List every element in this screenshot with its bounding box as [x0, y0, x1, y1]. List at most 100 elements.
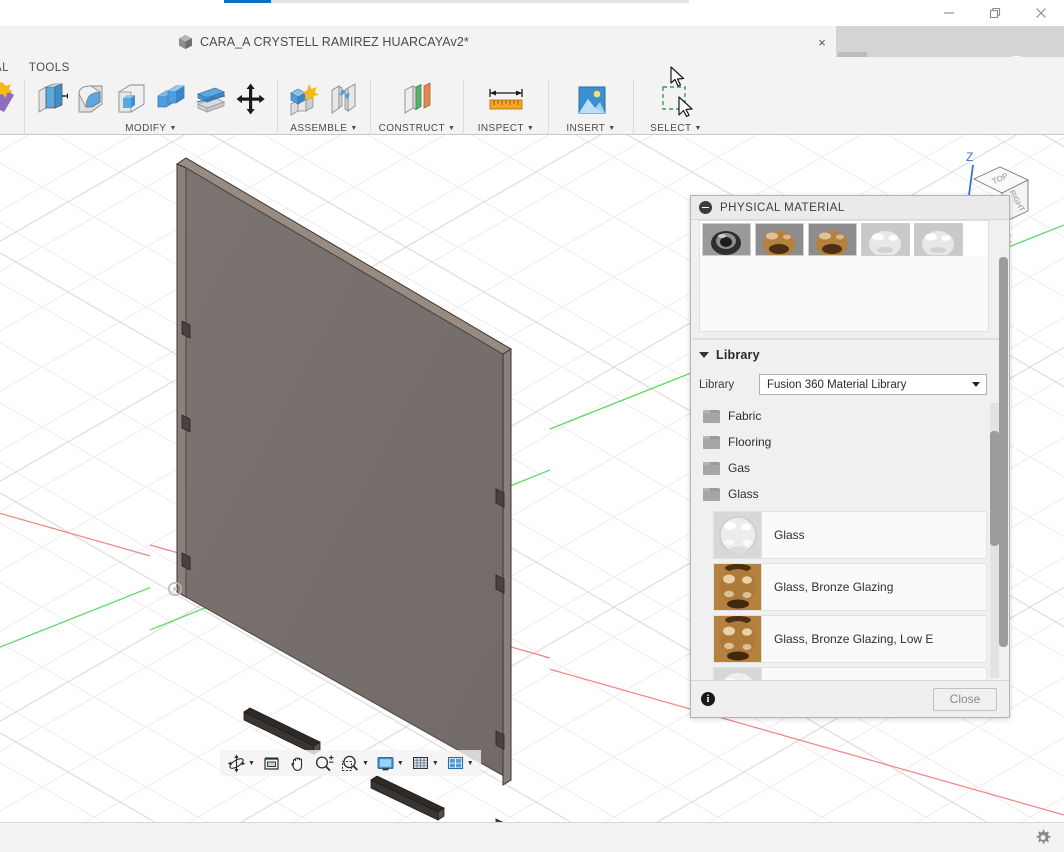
- collapse-icon[interactable]: [699, 201, 712, 214]
- library-folder-gas[interactable]: Gas: [699, 455, 987, 481]
- info-icon[interactable]: i: [701, 692, 715, 706]
- gear-icon[interactable]: [1035, 829, 1052, 846]
- material-label: Glass: [762, 528, 805, 542]
- material-thumbnail: [714, 668, 762, 680]
- ribbon-panel-inspect: INSPECT ▼: [464, 79, 549, 135]
- dialog-scrollbar[interactable]: [999, 245, 1008, 642]
- section-divider: [693, 338, 999, 340]
- dialog-header[interactable]: PHYSICAL MATERIAL: [691, 196, 1009, 220]
- fit-icon[interactable]: [259, 750, 284, 776]
- dialog-body: Library Library Fusion 360 Material Libr…: [691, 220, 1009, 680]
- swatch-glass-clear-b[interactable]: [914, 223, 963, 256]
- loading-progress-fill: [224, 0, 271, 3]
- ribbon-panel-assemble: ASSEMBLE ▼: [278, 79, 371, 135]
- restore-icon[interactable]: [972, 0, 1018, 26]
- insert-label-text: INSERT: [566, 123, 605, 134]
- material-item-glass[interactable]: Glass: [713, 511, 987, 559]
- ribbon: AL TOOLS: [0, 57, 1064, 135]
- material-item-glass-cast-clear[interactable]: Glass, Cast, Clear: [713, 667, 987, 680]
- folder-label: Glass: [728, 487, 759, 501]
- library-section-header[interactable]: Library: [699, 348, 760, 362]
- move-copy-icon[interactable]: [231, 79, 271, 121]
- swatch-glass-clear-a[interactable]: [861, 223, 910, 256]
- folder-icon: [703, 462, 720, 475]
- swatch-glass-bronze-a[interactable]: [755, 223, 804, 256]
- mouse-cursor: [670, 66, 686, 88]
- library-list-scrollbar[interactable]: [990, 403, 999, 678]
- chevron-down-icon: ▼: [397, 760, 404, 767]
- library-folder-flooring[interactable]: Flooring: [699, 429, 987, 455]
- select-label-text: SELECT: [650, 123, 691, 134]
- shell-icon[interactable]: [111, 79, 151, 121]
- display-settings-icon[interactable]: ▼: [373, 750, 407, 776]
- inspect-label-text: INSPECT: [478, 123, 524, 134]
- ribbon-tab-strip: AL TOOLS: [0, 57, 1064, 79]
- viewports-icon[interactable]: ▼: [443, 750, 477, 776]
- window-chrome: [0, 0, 1064, 26]
- physical-material-dialog[interactable]: PHYSICAL MATERIAL: [690, 195, 1010, 718]
- insert-panel-label[interactable]: INSERT ▼: [566, 121, 615, 135]
- model-body: [150, 135, 550, 822]
- close-icon[interactable]: [1018, 0, 1064, 26]
- assemble-label-text: ASSEMBLE: [290, 123, 347, 134]
- library-folder-fabric[interactable]: Fabric: [699, 403, 987, 429]
- press-pull-icon[interactable]: [31, 79, 71, 121]
- close-tab-button[interactable]: ×: [814, 34, 830, 50]
- document-tab[interactable]: CARA_A CRYSTELL RAMIREZ HUARCAYAv2* ×: [0, 26, 836, 57]
- create-sketch-icon[interactable]: [0, 79, 22, 121]
- modify-label-text: MODIFY: [125, 123, 166, 134]
- material-item-bronze-glazing-low-e[interactable]: Glass, Bronze Glazing, Low E: [713, 615, 987, 663]
- inspect-panel-label[interactable]: INSPECT ▼: [478, 121, 534, 135]
- orbit-icon[interactable]: ▼: [224, 750, 258, 776]
- library-folder-glass[interactable]: Glass: [699, 481, 987, 507]
- pan-hand-icon[interactable]: [285, 750, 310, 776]
- library-select-dropdown[interactable]: Fusion 360 Material Library: [759, 374, 987, 395]
- chevron-down-icon: ▼: [467, 760, 474, 767]
- fusion360-window: CARA_A CRYSTELL RAMIREZ HUARCAYAv2* ×: [0, 0, 1064, 852]
- material-thumbnail: [714, 564, 762, 610]
- fillet-icon[interactable]: [71, 79, 111, 121]
- modify-panel-label[interactable]: MODIFY ▼: [125, 121, 177, 135]
- chevron-down-icon: ▼: [248, 760, 255, 767]
- chevron-down-icon: [972, 382, 980, 387]
- folder-label: Fabric: [728, 409, 761, 423]
- offset-plane-icon[interactable]: [397, 79, 437, 121]
- folder-icon: [703, 488, 720, 501]
- construct-panel-label[interactable]: CONSTRUCT ▼: [379, 121, 456, 135]
- chevron-down-icon: ▼: [694, 125, 701, 132]
- ribbon-tab-tools[interactable]: TOOLS: [17, 57, 82, 79]
- chevron-down-icon: ▼: [362, 760, 369, 767]
- grid-snap-icon[interactable]: ▼: [408, 750, 442, 776]
- zoom-window-icon[interactable]: ▼: [338, 750, 372, 776]
- library-select-label: Library: [699, 379, 747, 391]
- window-buttons: [926, 0, 1064, 26]
- library-list-scroll-thumb[interactable]: [990, 431, 999, 546]
- favorites-section: [699, 220, 989, 332]
- folder-label: Flooring: [728, 435, 771, 449]
- z-axis-label: Z: [966, 150, 973, 164]
- combine-icon[interactable]: [151, 79, 191, 121]
- swatch-glass-bronze-b[interactable]: [808, 223, 857, 256]
- swatch-glass-dark[interactable]: [702, 223, 751, 256]
- material-item-bronze-glazing[interactable]: Glass, Bronze Glazing: [713, 563, 987, 611]
- select-panel-label[interactable]: SELECT ▼: [650, 121, 702, 135]
- status-bar: [0, 822, 1064, 852]
- dialog-scroll-thumb[interactable]: [999, 257, 1008, 647]
- z-axis-line: [969, 165, 973, 195]
- assemble-panel-label[interactable]: ASSEMBLE ▼: [290, 121, 357, 135]
- joint-icon[interactable]: [324, 79, 364, 121]
- material-swatch-row: [700, 221, 988, 256]
- minimize-icon[interactable]: [926, 0, 972, 26]
- new-component-icon[interactable]: [284, 79, 324, 121]
- chevron-down-icon: ▼: [169, 125, 176, 132]
- close-button[interactable]: Close: [933, 688, 997, 711]
- zoom-icon[interactable]: [311, 750, 337, 776]
- material-label: Glass, Bronze Glazing, Low E: [762, 632, 933, 646]
- measure-icon[interactable]: [486, 79, 526, 121]
- ribbon-tab-partial[interactable]: AL: [0, 57, 17, 79]
- insert-image-icon[interactable]: [571, 79, 611, 121]
- split-face-icon[interactable]: [191, 79, 231, 121]
- material-thumbnail: [714, 616, 762, 662]
- material-library-list[interactable]: Fabric Flooring Gas Glass: [699, 403, 987, 680]
- ribbon-panel-partial: [0, 79, 25, 135]
